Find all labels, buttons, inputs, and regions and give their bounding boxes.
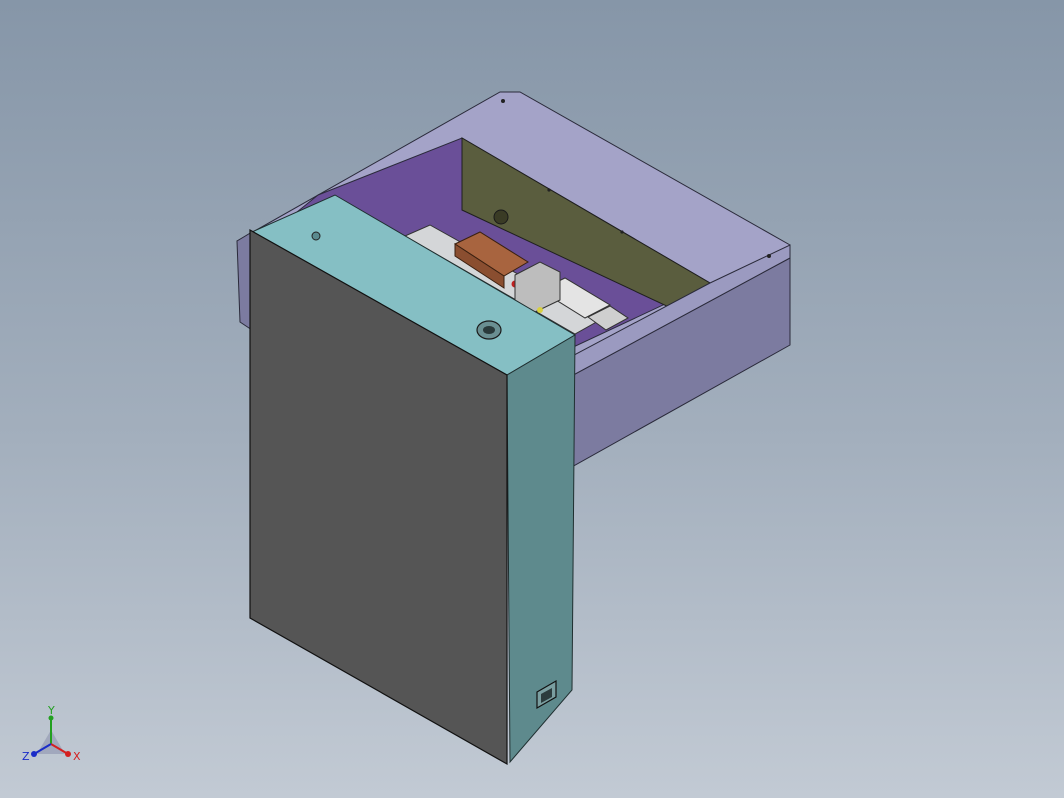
rivet <box>767 254 771 258</box>
cable-gland-inner <box>483 326 495 334</box>
triad-graphic: Y X Z <box>22 704 81 763</box>
z-axis-dot <box>31 751 37 757</box>
rivet <box>620 230 624 234</box>
z-axis-label: Z <box>22 750 30 763</box>
back-panel-hole <box>493 209 509 225</box>
top-mount-hole <box>311 231 321 241</box>
rivet <box>547 188 551 192</box>
yellow-marker <box>537 307 543 313</box>
orientation-triad: Y X Z <box>18 704 84 768</box>
3d-viewport[interactable]: Y X Z <box>0 0 1064 798</box>
x-axis-dot <box>65 751 71 757</box>
rivet <box>501 99 505 103</box>
cad-model[interactable] <box>0 0 1064 798</box>
x-axis-label: X <box>73 750 81 763</box>
y-axis-label: Y <box>47 704 55 717</box>
